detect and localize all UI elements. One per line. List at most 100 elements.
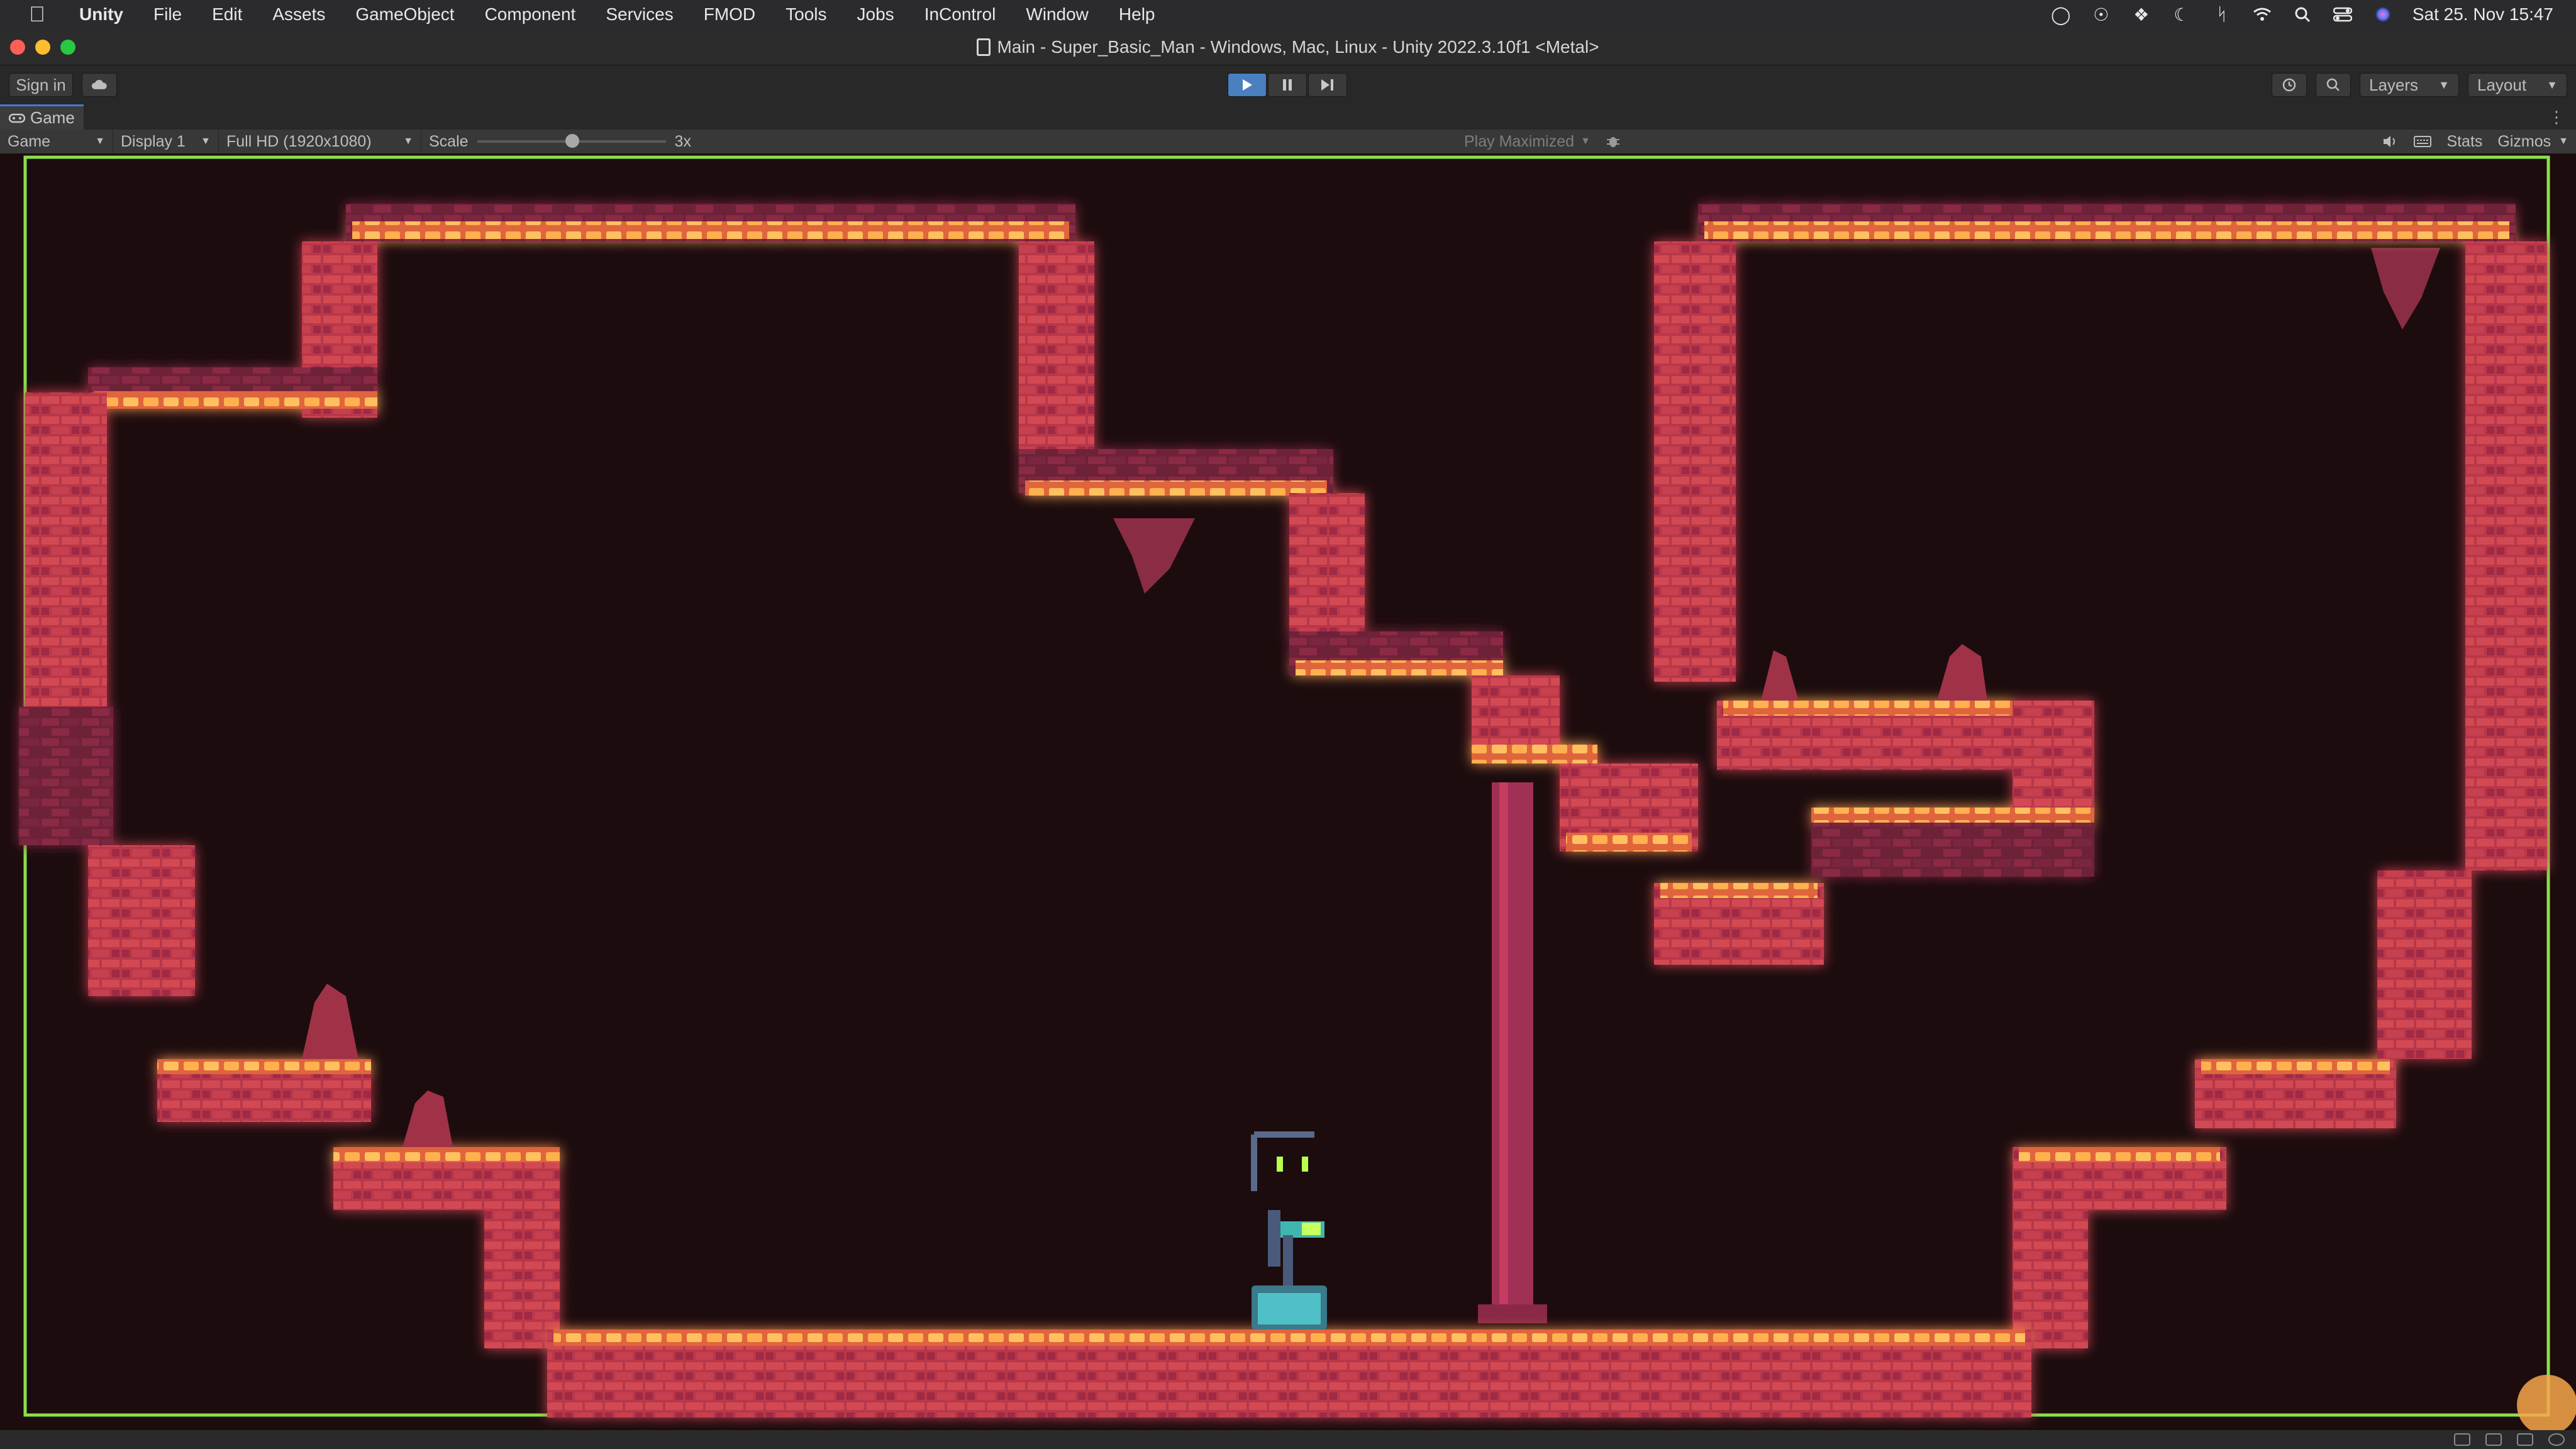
debug-icon[interactable]	[2517, 1433, 2533, 1446]
menu-tools[interactable]: Tools	[770, 4, 841, 25]
tab-game-label: Game	[30, 108, 75, 127]
gamepad-icon	[9, 113, 25, 123]
scale-slider[interactable]	[477, 134, 666, 148]
menu-window[interactable]: Window	[1011, 4, 1104, 25]
stalagmite	[1937, 644, 1987, 701]
step-icon	[1321, 79, 1333, 91]
tab-options-icon[interactable]: ⋮	[2548, 108, 2565, 127]
stalactite	[1113, 518, 1195, 594]
display-dropdown[interactable]: Display 1 ▼	[113, 130, 219, 153]
gizmos-dropdown[interactable]: Gizmos ▼	[2490, 130, 2576, 153]
tab-game[interactable]: Game	[0, 104, 84, 130]
chevron-down-icon: ▼	[201, 136, 211, 147]
stats-label: Stats	[2446, 132, 2483, 150]
display-label: Display 1	[121, 132, 186, 150]
bug-report-icon[interactable]	[2454, 1433, 2470, 1446]
pause-button[interactable]	[1268, 73, 1307, 97]
creative-cloud-icon[interactable]: ◯	[2050, 4, 2072, 25]
resolution-dropdown[interactable]: Full HD (1920x1080) ▼	[219, 130, 421, 153]
menu-unity[interactable]: Unity	[64, 4, 138, 25]
unity-toolbar: Sign in Layers ▼ Layout ▼	[0, 65, 2576, 104]
game-view-right-controls: Stats Gizmos ▼	[2375, 130, 2576, 153]
chevron-down-icon: ▼	[2438, 78, 2450, 91]
game-tab-bar: Game ⋮	[0, 104, 2576, 130]
window-title-text: Main - Super_Basic_Man - Windows, Mac, L…	[997, 36, 1599, 57]
cloud-button[interactable]	[82, 73, 117, 97]
menu-file[interactable]: File	[138, 4, 197, 25]
floor	[547, 1330, 2031, 1418]
undo-history-button[interactable]	[2272, 73, 2307, 97]
menu-help[interactable]: Help	[1104, 4, 1170, 25]
chevron-down-icon: ▼	[95, 136, 105, 147]
playmode-controls	[1228, 73, 1347, 97]
pillar	[1492, 782, 1533, 1323]
siri-icon[interactable]	[2372, 4, 2394, 25]
frame-debugger-button[interactable]	[1598, 130, 1628, 153]
collab-icon[interactable]	[2485, 1433, 2502, 1446]
game-view-controls: Game ▼ Display 1 ▼ Full HD (1920x1080) ▼…	[0, 130, 2576, 153]
menu-assets[interactable]: Assets	[257, 4, 340, 25]
layout-label: Layout	[2477, 75, 2527, 94]
game-viewport[interactable]	[0, 153, 2576, 1435]
document-icon	[977, 38, 991, 56]
toolbar-right: Layers ▼ Layout ▼	[2272, 73, 2567, 97]
stats-button[interactable]: Stats	[2439, 130, 2490, 153]
layers-label: Layers	[2369, 75, 2419, 94]
stalagmite	[302, 984, 358, 1059]
scale-slider-knob[interactable]	[565, 134, 579, 148]
layout-dropdown[interactable]: Layout ▼	[2468, 73, 2567, 97]
minimize-window-button[interactable]	[35, 40, 50, 55]
play-mode-group: Play Maximized ▼	[1457, 130, 1628, 153]
apple-icon[interactable]: 	[25, 3, 49, 26]
play-mode-dropdown[interactable]: Play Maximized ▼	[1457, 130, 1598, 153]
menu-edit[interactable]: Edit	[197, 4, 257, 25]
menu-services[interactable]: Services	[591, 4, 688, 25]
resolution-label: Full HD (1920x1080)	[226, 132, 372, 150]
history-icon	[2282, 78, 2296, 92]
spotlight-search-icon[interactable]	[2292, 4, 2313, 25]
cloud-icon	[91, 80, 107, 89]
menu-clock[interactable]: Sat 25. Nov 15:47	[2412, 4, 2553, 25]
player-character	[1251, 1131, 1327, 1330]
scale-value: 3x	[674, 132, 691, 150]
control-center-icon[interactable]	[2332, 4, 2353, 25]
close-window-button[interactable]	[10, 40, 25, 55]
macos-menu-bar:  Unity File Edit Assets GameObject Comp…	[0, 0, 2576, 29]
focus-moon-icon[interactable]: ☾	[2171, 4, 2192, 25]
mute-audio-button[interactable]	[2375, 130, 2406, 153]
bug-icon	[1606, 137, 1619, 147]
chevron-down-icon: ▼	[2546, 78, 2558, 91]
view-type-dropdown[interactable]: Game ▼	[0, 130, 113, 153]
wifi-icon[interactable]	[2251, 4, 2273, 25]
bluetooth-icon[interactable]: ᛋ	[2211, 4, 2233, 25]
window-title: Main - Super_Basic_Man - Windows, Mac, L…	[977, 37, 1599, 57]
speaker-icon	[2384, 136, 2396, 147]
view-type-label: Game	[8, 132, 51, 150]
search-icon	[2326, 78, 2340, 91]
window-controls	[10, 40, 75, 55]
menu-fmod[interactable]: FMOD	[689, 4, 770, 25]
window-title-bar: Main - Super_Basic_Man - Windows, Mac, L…	[0, 29, 2576, 65]
zoom-window-button[interactable]	[60, 40, 75, 55]
left-room-walls	[19, 204, 1698, 1348]
globe-icon[interactable]: ☉	[2090, 4, 2112, 25]
play-button[interactable]	[1228, 73, 1267, 97]
right-room-walls	[1654, 204, 2547, 1348]
menu-jobs[interactable]: Jobs	[842, 4, 909, 25]
scale-control: Scale 3x	[421, 130, 699, 153]
cache-icon[interactable]	[2548, 1433, 2565, 1446]
gizmos-label: Gizmos	[2497, 132, 2551, 150]
stalagmite	[1761, 650, 1799, 701]
shortcuts-button[interactable]	[2406, 130, 2439, 153]
menu-incontrol[interactable]: InControl	[909, 4, 1011, 25]
menu-gameobject[interactable]: GameObject	[340, 4, 469, 25]
step-button[interactable]	[1308, 73, 1347, 97]
pause-icon	[1283, 79, 1292, 91]
stalagmite	[402, 1091, 453, 1147]
layers-dropdown[interactable]: Layers ▼	[2360, 73, 2459, 97]
dropbox-icon[interactable]: ❖	[2131, 4, 2152, 25]
chevron-down-icon: ▼	[1580, 136, 1591, 147]
sign-in-button[interactable]: Sign in	[9, 73, 73, 97]
menu-component[interactable]: Component	[470, 4, 591, 25]
search-button[interactable]	[2316, 73, 2351, 97]
